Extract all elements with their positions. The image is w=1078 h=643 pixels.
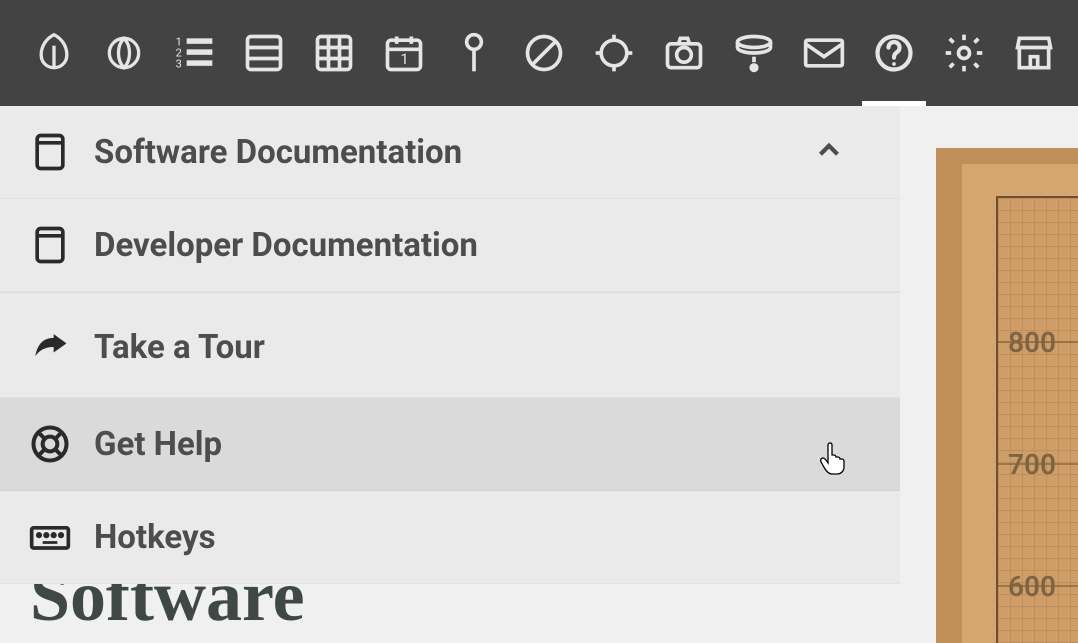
dropdown-item-label: Software Documentation — [94, 133, 462, 172]
life-ring-icon — [26, 420, 74, 468]
developer-documentation-item[interactable]: Developer Documentation — [0, 199, 900, 292]
keyboard-icon — [26, 513, 74, 561]
get-help-item[interactable]: Get Help — [0, 398, 900, 491]
list-icon[interactable] — [240, 29, 288, 77]
water-icon[interactable] — [730, 29, 778, 77]
dropdown-item-label: Hotkeys — [94, 518, 216, 557]
pin-icon[interactable] — [450, 29, 498, 77]
numbered-list-icon[interactable]: 123 — [170, 29, 218, 77]
arrow-share-icon — [26, 323, 74, 371]
garden-icon[interactable] — [100, 29, 148, 77]
svg-text:1: 1 — [400, 50, 408, 68]
dropdown-item-label: Developer Documentation — [94, 226, 478, 265]
mail-icon[interactable] — [800, 29, 848, 77]
help-icon[interactable] — [870, 29, 918, 77]
book-icon — [26, 128, 74, 176]
software-documentation-item[interactable]: Software Documentation — [0, 106, 900, 199]
axis-tick-label: 800 — [1008, 326, 1056, 359]
no-sensor-icon[interactable] — [520, 29, 568, 77]
axis-tick-label: 700 — [1008, 448, 1056, 481]
take-a-tour-item[interactable]: Take a Tour — [0, 292, 900, 398]
axis-tick-label: 600 — [1008, 570, 1056, 603]
hotkeys-item[interactable]: Hotkeys — [0, 491, 900, 584]
grid-icon[interactable] — [310, 29, 358, 77]
camera-icon[interactable] — [660, 29, 708, 77]
chevron-up-icon — [812, 133, 846, 171]
shop-icon[interactable] — [1010, 29, 1058, 77]
book-icon — [26, 221, 74, 269]
dropdown-item-label: Take a Tour — [94, 328, 265, 367]
calendar-icon[interactable]: 1 — [380, 29, 428, 77]
top-navigation: 123 1 — [0, 0, 1078, 106]
leaf-icon[interactable] — [30, 29, 78, 77]
svg-text:3: 3 — [176, 58, 182, 71]
gear-icon[interactable] — [940, 29, 988, 77]
target-icon[interactable] — [590, 29, 638, 77]
garden-bed-visualization[interactable]: 800 700 600 — [936, 148, 1078, 643]
help-dropdown-panel: Software Documentation Developer Documen… — [0, 106, 900, 584]
dropdown-item-label: Get Help — [94, 425, 222, 464]
